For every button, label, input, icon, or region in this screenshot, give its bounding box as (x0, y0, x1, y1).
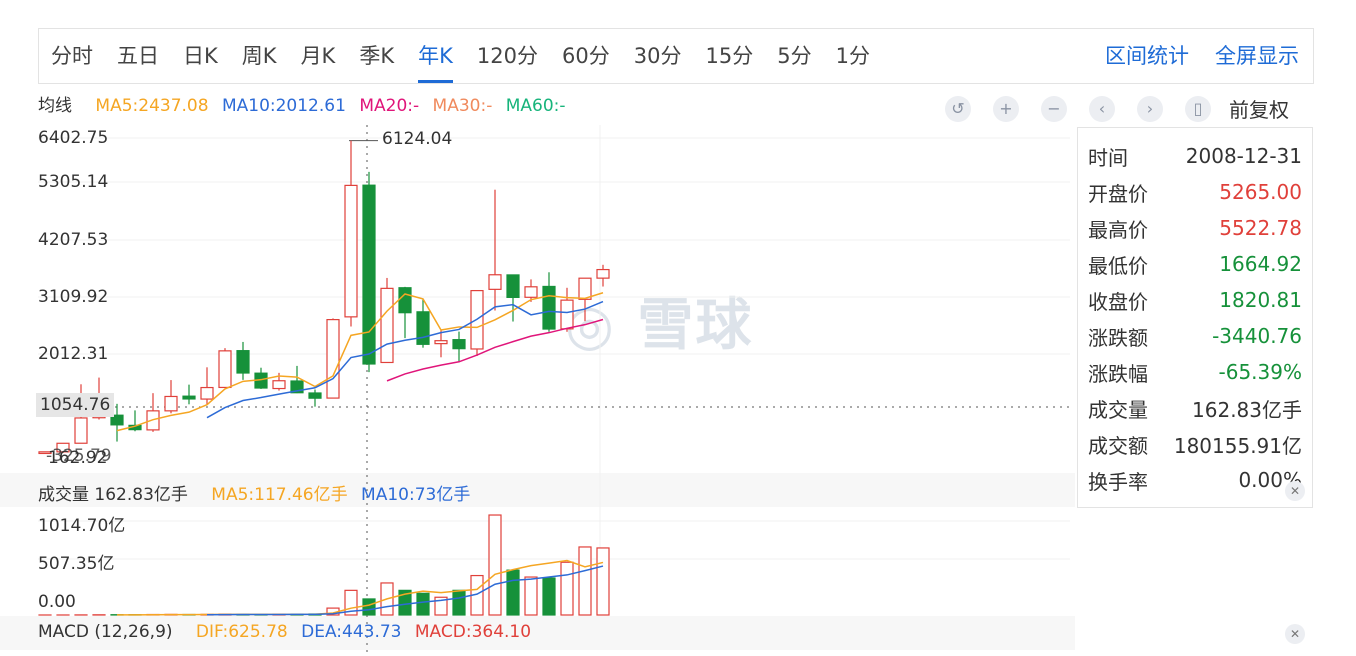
volume-bar (543, 578, 555, 615)
macd-dif: DIF:625.78 (196, 622, 288, 642)
candle-body (579, 278, 591, 299)
info-label: 最低价 (1088, 250, 1148, 279)
candle-body (309, 393, 321, 398)
volume-title: 成交量 162.83亿手 (38, 485, 188, 505)
info-label: 最高价 (1088, 214, 1148, 243)
candle-body (327, 320, 339, 398)
candle-body (165, 396, 177, 410)
price-tick: 5305.14 (38, 172, 108, 192)
candle-body (399, 288, 411, 313)
candle-body (345, 185, 357, 316)
tab-actions: 区间统计全屏显示 (1093, 29, 1313, 83)
close-macd-icon[interactable]: ✕ (1285, 624, 1305, 644)
price-tick: 2012.31 (38, 344, 108, 364)
candle-body (507, 275, 519, 297)
volume-legend: 成交量 162.83亿手 MA5:117.46亿手 MA10:73亿手 (38, 480, 478, 505)
info-value: 5522.78 (1219, 216, 1302, 240)
candle-body (237, 351, 249, 373)
info-label: 涨跌额 (1088, 322, 1148, 351)
info-label: 成交量 (1088, 394, 1148, 423)
info-value: 5265.00 (1219, 180, 1302, 204)
fullscreen-icon[interactable]: ▯ (1185, 96, 1211, 122)
info-value: -3440.76 (1212, 324, 1302, 348)
volume-tick: 507.35亿 (38, 549, 114, 574)
info-row: 最高价 5522.78 (1078, 210, 1312, 246)
candle-body (435, 341, 447, 344)
candle-body (561, 300, 573, 329)
candle-body (453, 340, 465, 349)
info-label: 收盘价 (1088, 286, 1148, 315)
macd-value: MACD:364.10 (415, 622, 531, 642)
candle-body (183, 396, 195, 399)
candle-body (597, 270, 609, 279)
low-label-2: -325.79 (46, 446, 112, 466)
close-info-icon[interactable]: ✕ (1285, 481, 1305, 501)
volume-bar (561, 562, 573, 615)
candle-body (219, 351, 231, 388)
info-row: 涨跌幅 -65.39% (1078, 354, 1312, 390)
chevron-right-icon[interactable]: › (1137, 96, 1163, 122)
volume-ma10: MA10:73亿手 (361, 485, 470, 505)
candle-body (543, 286, 555, 329)
info-value: 1820.81 (1219, 288, 1302, 312)
info-value: 1664.92 (1219, 252, 1302, 276)
price-tick: 3109.92 (38, 287, 108, 307)
kline-chart[interactable] (0, 0, 1075, 656)
volume-bar (363, 599, 375, 615)
info-value: 162.83亿手 (1192, 394, 1302, 423)
volume-tick: 0.00 (38, 592, 76, 612)
candle-body (75, 418, 87, 443)
info-row: 成交额 180155.91亿 (1078, 426, 1312, 462)
info-row: 开盘价 5265.00 (1078, 174, 1312, 210)
price-tick: 6402.75 (38, 128, 108, 148)
crosshair-price: 1054.76 (36, 393, 114, 417)
volume-bar (597, 548, 609, 615)
info-row: 换手率0.00% (1078, 462, 1312, 498)
info-label: 涨跌幅 (1088, 358, 1148, 387)
ma5-line (117, 293, 603, 431)
volume-bar (417, 593, 429, 615)
info-row: 成交量 162.83亿手 (1078, 390, 1312, 426)
candle-body (381, 288, 393, 362)
range-stats-button[interactable]: 区间统计 (1105, 29, 1189, 83)
info-value: -65.39% (1219, 360, 1302, 384)
macd-title: MACD (12,26,9) (38, 622, 173, 642)
volume-bar (489, 515, 501, 615)
info-label: 开盘价 (1088, 178, 1148, 207)
macd-legend: MACD (12,26,9) DIF:625.78 DEA:443.73 MAC… (38, 622, 539, 642)
candle-body (417, 312, 429, 344)
adjust-select[interactable]: 前复权 (1229, 94, 1289, 123)
info-value: 2008-12-31 (1186, 144, 1302, 168)
candle-body (489, 275, 501, 290)
info-row: 时间 2008-12-31 (1078, 138, 1312, 174)
info-row: 收盘价 1820.81 (1078, 282, 1312, 318)
info-row: 涨跌额 -3440.76 (1078, 318, 1312, 354)
macd-dea: DEA:443.73 (301, 622, 401, 642)
candle-body (201, 388, 213, 400)
volume-bar (579, 547, 591, 615)
candle-body (525, 287, 537, 297)
high-label: 6124.04 (382, 129, 452, 149)
info-label: 成交额 (1088, 430, 1148, 459)
info-label: 时间 (1088, 142, 1128, 171)
chevron-left-icon[interactable]: ‹ (1089, 96, 1115, 122)
candle-body (363, 185, 375, 364)
volume-bar (453, 590, 465, 615)
volume-ma5: MA5:117.46亿手 (211, 485, 347, 505)
fullscreen-button[interactable]: 全屏显示 (1215, 29, 1299, 83)
price-tick: 4207.53 (38, 230, 108, 250)
volume-bar (507, 570, 519, 615)
volume-tick: 1014.70亿 (38, 511, 125, 536)
volume-bar (525, 577, 537, 615)
info-value: 180155.91亿 (1174, 430, 1302, 459)
candle-body (273, 381, 285, 389)
info-row: 最低价 1664.92 (1078, 246, 1312, 282)
info-panel: 时间 2008-12-31 开盘价 5265.00 最高价 5522.78 最低价 1664.… (1077, 127, 1313, 508)
info-label: 换手率 (1088, 466, 1148, 495)
